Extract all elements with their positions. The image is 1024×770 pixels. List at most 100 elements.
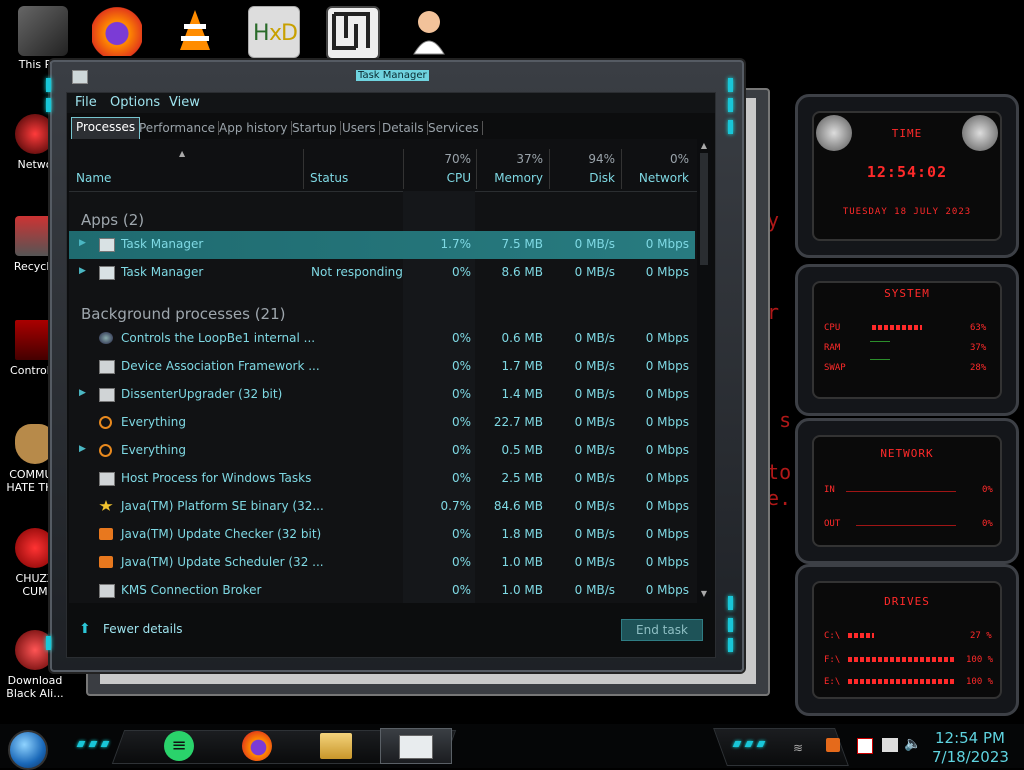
process-name: Everything <box>121 415 186 429</box>
menu-bar: File Options View <box>67 93 715 113</box>
vertical-scrollbar[interactable]: ▲ ▼ <box>697 139 711 603</box>
taskmanager-icon <box>99 238 115 252</box>
app-icon[interactable] <box>326 6 380 60</box>
drive-c-label: C:\ <box>824 631 841 641</box>
menu-file[interactable]: File <box>75 95 97 110</box>
tab-startup[interactable]: Startup <box>292 121 341 135</box>
table-row[interactable]: KMS Connection Broker 0% 1.0 MB 0 MB/s 0 Mbp… <box>69 577 695 605</box>
volume-icon[interactable]: 🔈 <box>904 736 921 752</box>
network-widget: NETWORK IN 0% OUT 0% <box>795 418 1019 564</box>
network-tray-icon[interactable] <box>882 738 898 752</box>
java-update-icon <box>99 556 113 568</box>
table-row[interactable]: ▶ Everything 0% 0.5 MB 0 MB/s 0 Mbps <box>69 437 695 465</box>
process-memory: 84.6 MB <box>493 499 543 513</box>
firefox-icon[interactable] <box>92 6 142 56</box>
process-disk: 0 MB/s <box>574 265 615 279</box>
expand-chevron-icon[interactable]: ▶ <box>79 388 86 398</box>
tab-users[interactable]: Users <box>342 121 380 135</box>
process-name: Java(TM) Platform SE binary (32... <box>121 499 324 513</box>
group-header-background[interactable]: Background processes (21) <box>81 305 286 323</box>
window-icon <box>99 360 115 374</box>
time-widget: TIME 12:54:02 TUESDAY 18 JULY 2023 <box>795 94 1019 258</box>
table-row[interactable]: ▶ DissenterUpgrader (32 bit) 0% 1.4 MB 0 MB/… <box>69 381 695 409</box>
window-icon <box>99 472 115 486</box>
taskbar-clock[interactable]: 12:54 PM <box>932 729 1008 747</box>
table-row[interactable]: Java(TM) Update Checker (32 bit) 0% 1.8 MB… <box>69 521 695 549</box>
drives-widget-title: DRIVES <box>884 595 930 608</box>
magnifier-icon <box>99 444 112 457</box>
expand-chevron-icon[interactable]: ▶ <box>79 266 86 276</box>
process-network: 0 Mbps <box>645 331 689 345</box>
process-cpu: 0% <box>451 555 471 569</box>
scroll-down-icon[interactable]: ▼ <box>699 589 709 599</box>
table-row[interactable]: Everything 0% 22.7 MB 0 MB/s 0 Mbps <box>69 409 695 437</box>
group-header-apps[interactable]: Apps (2) <box>81 211 144 229</box>
table-row[interactable]: Host Process for Windows Tasks 0% 2.5 MB 0 … <box>69 465 695 493</box>
ram-meter <box>870 341 890 342</box>
tab-processes[interactable]: Processes <box>71 117 141 140</box>
process-network: 0 Mbps <box>645 359 689 373</box>
table-row[interactable]: Java(TM) Update Scheduler (32 ... 0% 1.0 M… <box>69 549 695 577</box>
process-network: 0 Mbps <box>645 555 689 569</box>
process-name: Java(TM) Update Scheduler (32 ... <box>121 555 324 569</box>
start-orb-icon[interactable] <box>8 730 48 770</box>
process-cpu: 0.7% <box>440 499 472 513</box>
column-header-cpu[interactable]: CPU <box>405 171 471 185</box>
menu-options[interactable]: Options <box>110 95 160 110</box>
table-row[interactable]: Java(TM) Platform SE binary (32... 0.7% 84… <box>69 493 695 521</box>
process-name: Everything <box>121 443 186 457</box>
process-memory: 1.0 MB <box>501 555 543 569</box>
table-row[interactable]: ▶ Task Manager 1.7% 7.5 MB 0 MB/s 0 Mbps <box>69 231 695 259</box>
user-icon[interactable] <box>404 6 454 56</box>
process-cpu: 0% <box>451 387 471 401</box>
menu-view[interactable]: View <box>169 95 200 110</box>
drives-widget: DRIVES C:\ 27 % F:\ 100 % E:\ 100 % <box>795 564 1019 716</box>
scrollbar-thumb[interactable] <box>700 153 708 265</box>
magnifier-icon <box>99 416 112 429</box>
column-header-disk[interactable]: Disk <box>549 171 615 185</box>
action-center-icon[interactable] <box>857 738 873 754</box>
column-header-network[interactable]: Network <box>621 171 689 185</box>
loopbe-icon <box>99 332 113 344</box>
table-row[interactable]: Device Association Framework ... 0% 1.7 MB… <box>69 353 695 381</box>
table-row[interactable]: Controls the LoopBe1 internal ... 0% 0.6 M… <box>69 325 695 353</box>
scroll-up-icon[interactable]: ▲ <box>699 141 709 151</box>
column-header-name[interactable]: Name <box>76 171 111 185</box>
process-disk: 0 MB/s <box>574 527 615 541</box>
messaging-app-icon[interactable]: ≡ <box>164 731 194 761</box>
column-header-status[interactable]: Status <box>310 171 348 185</box>
network-icon <box>15 114 55 154</box>
taskbar-date[interactable]: 7/18/2023 <box>932 748 1009 766</box>
out-value: 0% <box>982 519 993 529</box>
tray-overflow-icon[interactable]: ≋ <box>793 741 803 755</box>
process-disk: 0 MB/s <box>574 387 615 401</box>
window-icon <box>99 388 115 402</box>
process-network: 0 Mbps <box>645 471 689 485</box>
ram-value: 37% <box>970 343 987 353</box>
window-title: Task Manager <box>356 70 429 81</box>
tab-performance[interactable]: Performance <box>139 121 220 135</box>
java-tray-icon[interactable] <box>826 738 840 752</box>
tab-app-history[interactable]: App history <box>219 121 292 135</box>
expand-chevron-icon[interactable]: ▶ <box>79 444 86 454</box>
file-explorer-icon[interactable] <box>320 733 352 759</box>
vlc-icon[interactable] <box>170 6 220 56</box>
tab-services[interactable]: Services <box>428 121 483 135</box>
frame-accent <box>728 120 733 134</box>
thispc-icon[interactable] <box>18 6 68 56</box>
end-task-button[interactable]: End task <box>621 619 703 641</box>
hxd-icon[interactable]: HxD <box>248 6 300 58</box>
column-header-memory[interactable]: Memory <box>477 171 543 185</box>
process-cpu: 0% <box>451 359 471 373</box>
arrow-up-icon: ⬆ <box>79 621 91 637</box>
tab-details[interactable]: Details <box>382 121 428 135</box>
desktop-icon-label: This P <box>18 58 52 71</box>
firefox-taskbar-icon[interactable] <box>242 731 272 761</box>
frame-accent <box>46 78 51 92</box>
frame-accent <box>728 638 733 652</box>
expand-chevron-icon[interactable]: ▶ <box>79 238 86 248</box>
table-row[interactable]: ▶ Task Manager Not responding 0% 8.6 MB 0 MB/… <box>69 259 695 287</box>
task-manager-taskbar-button[interactable] <box>380 728 452 764</box>
system-widget: SYSTEM CPU 63% RAM 37% SWAP 28% <box>795 264 1019 416</box>
process-name: DissenterUpgrader (32 bit) <box>121 387 283 401</box>
